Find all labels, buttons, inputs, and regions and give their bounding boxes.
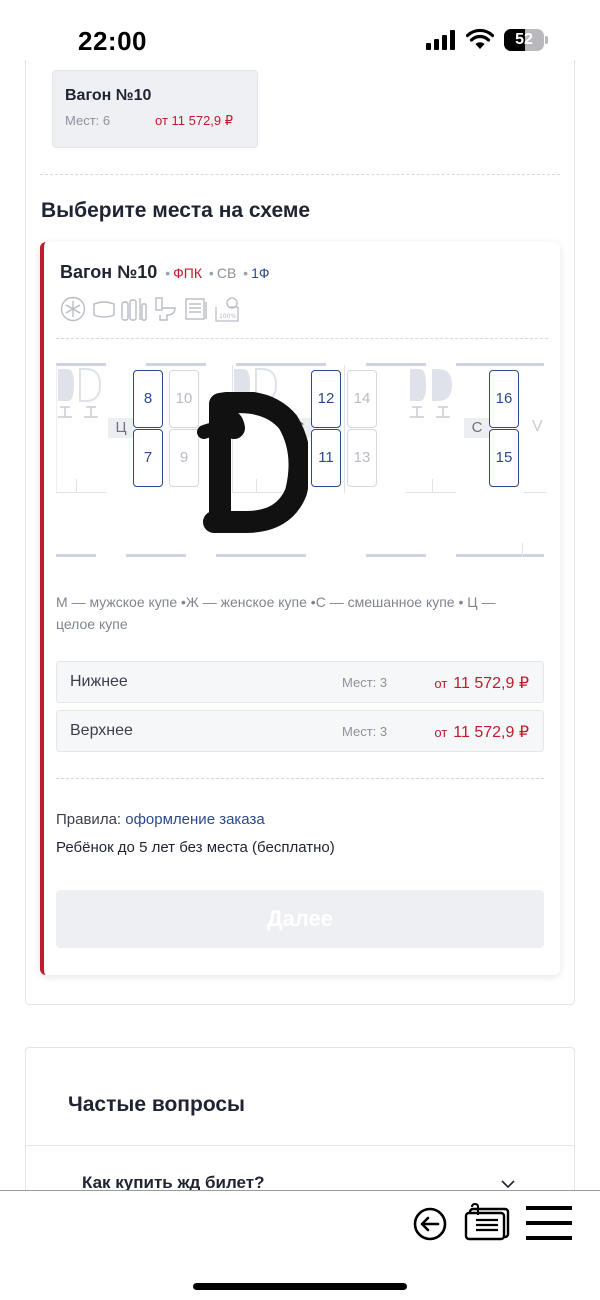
wifi-icon <box>466 28 494 49</box>
seat-12[interactable]: 12 <box>311 370 341 428</box>
chip-price: от 11 572,9 ₽ <box>155 113 234 128</box>
towel-icon <box>93 301 115 318</box>
next-button[interactable]: Далее <box>56 890 544 948</box>
washbasin-icon <box>58 368 102 418</box>
partial-label: V <box>532 418 543 435</box>
class-label: СВ <box>216 265 237 281</box>
toilet-icon <box>155 297 176 321</box>
seat-14: 14 <box>347 370 377 428</box>
berth-seats: Мест: 3 <box>342 675 388 690</box>
divider <box>40 174 560 175</box>
washbasin-icon <box>410 369 452 418</box>
carrier-label: ФПК <box>173 265 203 281</box>
seat-9: 9 <box>169 429 199 487</box>
section-title: Выберите места на схеме <box>41 199 311 222</box>
svg-text:100%: 100% <box>219 313 236 320</box>
compartment-type-label: С <box>464 418 490 438</box>
berth-price: от 11 572,9 ₽ <box>434 675 529 692</box>
battery-level: 52 <box>515 31 533 48</box>
linen-icon: 100% <box>215 297 239 322</box>
berth-option-lower[interactable]: Нижнее Мест: 3 от 11 572,9 ₽ <box>56 661 544 703</box>
berth-price: от 11 572,9 ₽ <box>434 724 529 741</box>
seat-7[interactable]: 7 <box>133 429 163 487</box>
chip-title: Вагон №10 <box>65 87 152 104</box>
seat-11[interactable]: 11 <box>311 429 341 487</box>
clock: 22:00 <box>78 26 147 56</box>
rules-line: Правила: оформление заказа <box>56 811 265 828</box>
chip-seats: Мест: 6 <box>65 113 111 128</box>
berth-name: Верхнее <box>70 722 133 739</box>
berth-seats: Мест: 3 <box>342 724 388 739</box>
cellular-signal-icon <box>426 30 458 50</box>
wagon-title: Вагон №10 • ФПК • СВ • 1Ф <box>60 262 270 282</box>
compartment-legend: М — мужское купе •Ж — женское купе •С — … <box>56 594 496 632</box>
hamburger-menu-icon[interactable] <box>524 1205 574 1241</box>
seat-10: 10 <box>169 370 199 428</box>
back-arrow-icon[interactable] <box>412 1206 448 1242</box>
rules-label: Правила: <box>56 811 122 828</box>
service-class-label: 1Ф <box>251 265 270 281</box>
wagon-number: Вагон №10 <box>60 262 158 282</box>
order-rules-link[interactable]: оформление заказа <box>125 811 264 828</box>
faq-title: Частые вопросы <box>68 1093 245 1116</box>
chevron-down-icon[interactable] <box>500 1179 516 1189</box>
scribble-overlay <box>197 392 308 533</box>
browser-toolbar <box>0 1190 600 1300</box>
hygiene-kit-icon <box>121 298 147 321</box>
seat-13: 13 <box>347 429 377 487</box>
snowflake-icon <box>60 296 86 322</box>
home-indicator <box>193 1283 407 1290</box>
selected-wagon-chip[interactable]: Вагон №10 Мест: 6 от 11 572,9 ₽ <box>52 70 258 148</box>
battery-icon: 52 <box>504 29 548 51</box>
compartment-type-label: Ц <box>108 418 134 438</box>
berth-option-upper[interactable]: Верхнее Мест: 3 от 11 572,9 ₽ <box>56 710 544 752</box>
berth-name: Нижнее <box>70 673 128 690</box>
child-note: Ребёнок до 5 лет без места (бесплатно) <box>56 839 335 856</box>
seat-15[interactable]: 15 <box>489 429 519 487</box>
tickets-icon[interactable] <box>464 1203 512 1243</box>
seat-8[interactable]: 8 <box>133 370 163 428</box>
newspaper-icon <box>185 298 207 320</box>
seat-16[interactable]: 16 <box>489 370 519 428</box>
